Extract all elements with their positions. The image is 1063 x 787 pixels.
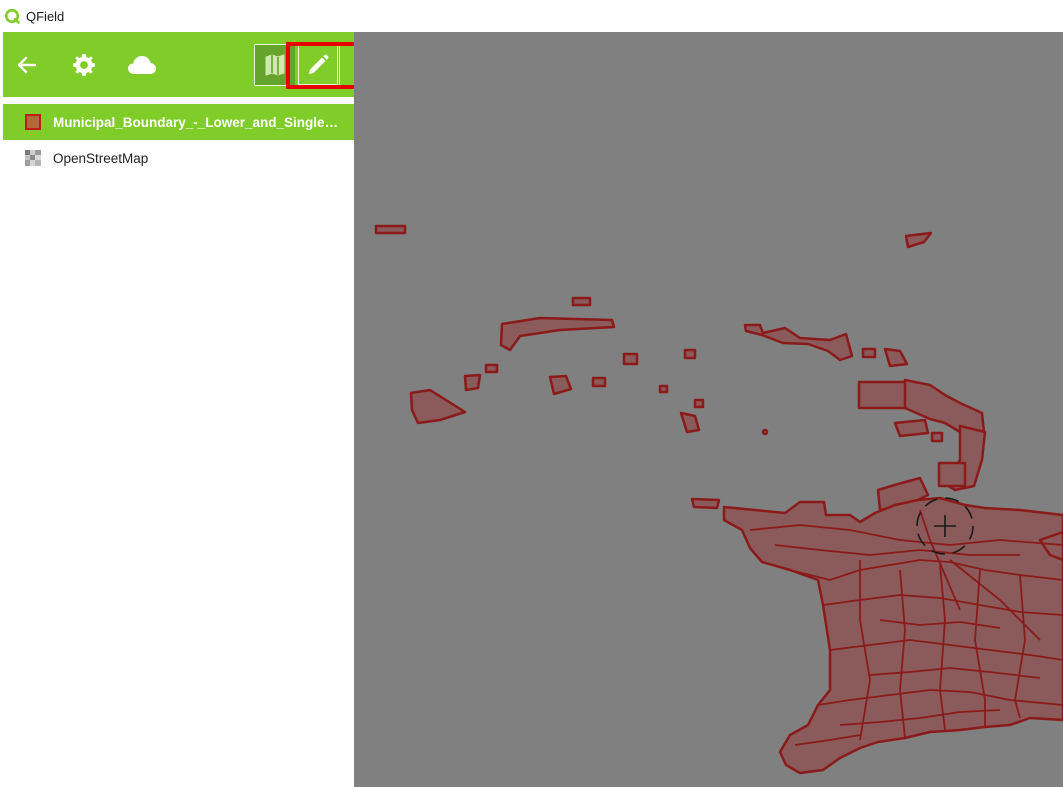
parcel (893, 418, 930, 438)
parcel (499, 316, 616, 352)
parcel (743, 323, 854, 362)
parcel (409, 388, 467, 425)
parcel (548, 374, 573, 396)
raster-layer-icon (25, 150, 41, 166)
parcel (857, 380, 913, 410)
layer-item-openstreetmap[interactable]: OpenStreetMap (3, 140, 354, 176)
parcel (591, 376, 607, 388)
arrow-left-icon (17, 56, 37, 74)
layer-name: Municipal_Boundary_-_Lower_and_Single_Ti… (53, 114, 343, 130)
panel-toolbar (3, 32, 359, 97)
browse-mode-button[interactable] (255, 45, 295, 85)
map-canvas[interactable] (354, 32, 1063, 787)
parcel (761, 428, 769, 436)
window-title: QField (26, 8, 65, 24)
mode-toggle-group (254, 44, 340, 86)
layer-name: OpenStreetMap (53, 150, 149, 166)
parcel (861, 347, 877, 359)
gear-icon (73, 54, 95, 76)
qfield-logo-icon (4, 8, 20, 24)
parcel (937, 461, 967, 488)
map-features (374, 224, 1063, 775)
parcel (374, 224, 407, 235)
parcel (571, 296, 592, 307)
cloud-button[interactable] (122, 45, 162, 85)
parcel (463, 373, 482, 392)
parcel (904, 231, 933, 249)
pencil-icon (309, 54, 329, 74)
parcel (679, 411, 701, 434)
parcel (883, 347, 909, 368)
layer-panel: Municipal_Boundary_-_Lower_and_Single_Ti… (3, 32, 359, 787)
parcel (930, 431, 944, 443)
digitize-mode-button[interactable] (298, 45, 338, 85)
parcel (693, 398, 705, 409)
map-icon (265, 54, 285, 76)
parcel (690, 497, 721, 510)
parcel (622, 352, 639, 366)
toolbar-divider (3, 97, 354, 103)
window-titlebar: QField (0, 0, 1063, 32)
parcel (658, 384, 669, 394)
settings-button[interactable] (64, 45, 104, 85)
back-button[interactable] (7, 45, 47, 85)
layer-item-municipal-boundary[interactable]: Municipal_Boundary_-_Lower_and_Single_Ti… (3, 104, 354, 140)
polygon-layer-icon (25, 114, 41, 130)
parcel (683, 348, 697, 360)
layer-list: Municipal_Boundary_-_Lower_and_Single_Ti… (3, 104, 354, 176)
cloud-icon (128, 56, 156, 74)
parcel (484, 363, 499, 374)
